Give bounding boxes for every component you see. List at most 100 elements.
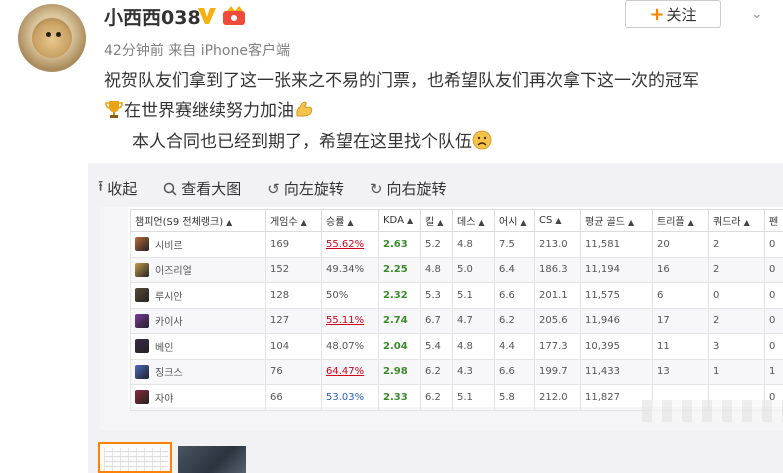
table-cell-d: 5.1 [452,282,495,309]
sort-icon[interactable]: ▲ [226,218,232,227]
sad-face-icon [472,130,492,149]
rotate-right-button[interactable]: ↻ 向右旋转 [370,176,447,201]
table-cell-k: 6.2 [420,358,453,385]
sort-icon[interactable]: ▲ [407,216,413,225]
table-cell-gold: 10,395 [580,333,653,360]
sort-icon[interactable]: ▲ [688,218,694,227]
table-cell-cs: 177.3 [534,333,581,360]
column-header[interactable]: 게임수 ▲ [265,209,322,232]
thumbnail-2[interactable] [178,446,246,473]
sort-icon[interactable]: ▲ [520,218,526,227]
post-text-line-3: 本人合同也已经到期了，希望在这里找个队伍 [132,127,492,152]
table-cell-champ: 카이사 [130,307,266,334]
follow-button[interactable]: + 关注 [625,0,721,28]
plus-icon: + [649,3,665,25]
table-cell-champ: 자야 [130,384,266,411]
sort-icon[interactable]: ▲ [744,218,750,227]
collapse-button[interactable]: ⭱ 收起 [98,176,137,201]
rotate-left-label: 向左旋转 [283,180,344,198]
post-meta: 42分钟前 来自 iPhone客户端 [104,43,290,59]
username[interactable]: 小西西038 [104,3,201,30]
sort-icon[interactable]: ▲ [628,218,634,227]
champion-portrait-icon [135,262,149,277]
table-cell-kda: 2.98 [378,358,421,385]
column-header-label: KDA [383,215,404,226]
champion-stats-table: 챔피언(S9 전체랭크) ▲ 게임수 ▲ 승률 ▲ KDA ▲ 킬 ▲ 데스 ▲ 어시 ▲ CS ▲ 평균 골드… [130,209,783,411]
column-header[interactable]: CS ▲ [534,209,581,232]
table-cell-gold: 11,433 [580,358,653,385]
table-cell-champ: 시비르 [130,231,266,258]
table-cell-games: 127 [265,307,322,334]
thumbnail-table-preview [104,448,168,471]
sort-icon[interactable]: ▲ [301,218,307,227]
champion-name: 베인 [155,342,174,354]
rotate-left-icon: ↺ [267,179,280,198]
table-cell-quadra: 3 [708,333,765,360]
avatar-dog-image [32,18,72,58]
rotate-right-label: 向右旋转 [386,180,447,198]
post-text-line-1: 祝贺队友们拿到了这一张来之不易的门票，也希望队友们再次拿下这一次的冠军 [104,71,699,91]
table-cell-kda: 2.74 [378,307,421,334]
table-cell-cs: 213.0 [534,231,581,258]
table-cell-kda: 2.32 [378,282,421,309]
table-cell-games: 104 [265,333,322,360]
rotate-left-button[interactable]: ↺ 向左旋转 [267,176,344,201]
table-cell-k: 5.3 [420,282,453,309]
table-cell-champ: 루시안 [130,282,266,309]
table-row: 시비르 169 55.62% 2.63 5.2 4.8 7.5 213.0 11,581 20 2 0 [130,231,783,258]
table-cell-games: 169 [265,231,322,258]
column-header[interactable]: 트리플 ▲ [652,209,709,232]
column-header[interactable]: 킬 ▲ [420,209,453,232]
table-cell-a: 4.4 [494,333,535,360]
table-row: 베인 104 48.07% 2.04 5.4 4.8 4.4 177.3 10,395 11 3 0 [130,333,783,360]
table-cell-a: 6.6 [494,358,535,385]
column-header[interactable]: KDA ▲ [378,209,421,232]
column-header-label: 데스 [457,217,476,228]
table-cell-a: 6.4 [494,256,535,283]
chevron-down-icon[interactable]: ⌄ [751,6,763,22]
table-cell-wr: 55.62% [321,231,379,258]
table-cell-games: 152 [265,256,322,283]
vip-icon [223,6,245,25]
table-cell-wr: 55.11% [321,307,379,334]
table-cell-d: 4.8 [452,333,495,360]
table-cell-cs: 201.1 [534,282,581,309]
view-large-button[interactable]: 查看大图 [163,176,241,201]
champion-portrait-icon [135,237,149,252]
table-cell-penta: 1 [764,358,783,385]
champion-name: 루시안 [155,291,183,303]
table-cell-cs: 212.0 [534,384,581,411]
table-cell-a: 5.8 [494,384,535,411]
table-cell-d: 4.3 [452,358,495,385]
table-cell-games: 128 [265,282,322,309]
column-header[interactable]: 펜 [764,209,783,232]
sort-icon[interactable]: ▲ [555,216,561,225]
column-header[interactable]: 챔피언(S9 전체랭크) ▲ [130,209,266,232]
follow-label: 关注 [666,5,697,24]
column-header[interactable]: 데스 ▲ [452,209,495,232]
table-cell-a: 6.2 [494,307,535,334]
table-row: 루시안 128 50% 2.32 5.3 5.1 6.6 201.1 11,575 6 0 0 [130,282,783,309]
table-header-row: 챔피언(S9 전체랭크) ▲ 게임수 ▲ 승률 ▲ KDA ▲ 킬 ▲ 데스 ▲ 어시 ▲ CS ▲ 평균 골드… [130,209,783,232]
post-image[interactable]: 챔피언(S9 전체랭크) ▲ 게임수 ▲ 승률 ▲ KDA ▲ 킬 ▲ 데스 ▲ 어시 ▲ CS ▲ 평균 골드… [100,207,783,430]
collapse-icon: ⭱ [98,177,104,195]
table-cell-triple: 11 [652,333,709,360]
sort-icon[interactable]: ▲ [347,218,353,227]
column-header[interactable]: 쿼드라 ▲ [708,209,765,232]
table-row: 징크스 76 64.47% 2.98 6.2 4.3 6.6 199.7 11,433 13 1 1 [130,358,783,385]
avatar[interactable] [18,4,86,72]
table-cell-k: 4.8 [420,256,453,283]
table-cell-d: 4.7 [452,307,495,334]
table-cell-quadra: 0 [708,282,765,309]
column-header[interactable]: 어시 ▲ [494,209,535,232]
sort-icon[interactable]: ▲ [437,218,443,227]
column-header[interactable]: 평균 골드 ▲ [580,209,653,232]
column-header-label: 게임수 [270,217,298,228]
thumbnail-1[interactable] [98,442,172,473]
table-row: 이즈리얼 152 49.34% 2.25 4.8 5.0 6.4 186.3 11,194 16 2… [130,256,783,283]
watermark [642,400,783,422]
column-header[interactable]: 승률 ▲ [321,209,379,232]
champion-name: 징크스 [155,368,183,380]
sort-icon[interactable]: ▲ [478,218,484,227]
table-cell-champ: 베인 [130,333,266,360]
